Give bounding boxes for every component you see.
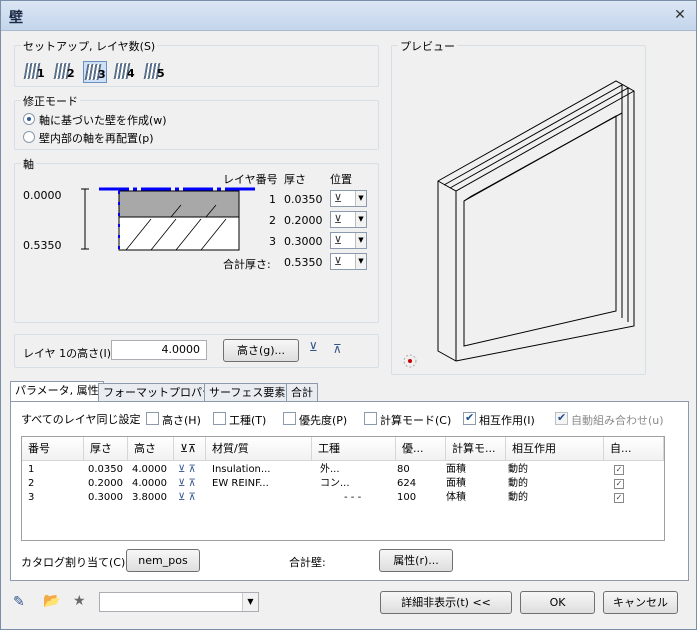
column-header-material[interactable]: 材質/質 xyxy=(206,437,312,461)
preview-label: プレビュー xyxy=(398,38,457,54)
align-icon: ⊻ xyxy=(334,234,343,247)
layer-row-thickness: 0.0350 xyxy=(284,193,323,206)
title-bar: 壁 ✕ xyxy=(1,1,696,31)
total-thickness-value: 0.5350 xyxy=(284,256,323,269)
mode-label: 修正モード xyxy=(21,93,80,109)
same-process-checkbox[interactable] xyxy=(213,412,226,425)
ok-button[interactable]: OK xyxy=(520,591,595,614)
align-bottom-icon[interactable]: ⊻ xyxy=(309,340,318,354)
position-dropdown[interactable]: ⊻ ▼ xyxy=(330,190,367,207)
column-header-align[interactable]: ⊻⊼ xyxy=(174,437,206,461)
same-priority-checkbox[interactable] xyxy=(283,412,296,425)
favorites-combo[interactable]: ▼ xyxy=(99,592,259,612)
same-calcmode-checkbox[interactable] xyxy=(364,412,377,425)
setup-label: セットアップ, レイヤ数(S) xyxy=(21,38,158,54)
column-header-priority[interactable]: 優... xyxy=(396,437,446,461)
layer-height-input[interactable]: 4.0000 xyxy=(111,340,207,360)
auto-combine-checkbox[interactable] xyxy=(555,411,568,425)
layer-count-5-button[interactable]: 5 xyxy=(143,61,167,83)
align-icon[interactable]: ⊻ ⊼ xyxy=(178,463,196,477)
axis-diagram[interactable] xyxy=(71,181,271,256)
mode-reposition-label: 壁内部の軸を再配置(p) xyxy=(39,132,154,145)
same-process-label: 工種(T) xyxy=(229,414,267,427)
favorite-save-icon[interactable]: ★ xyxy=(73,593,86,609)
eyedropper-icon[interactable]: ✎ xyxy=(13,594,25,610)
same-settings-label: すべてのレイヤ同じ設定 xyxy=(21,413,141,426)
align-icon[interactable]: ⊻ ⊼ xyxy=(178,477,196,491)
thickness-header: 厚さ xyxy=(284,173,306,186)
align-icon: ⊻ xyxy=(334,192,343,205)
same-priority-label: 優先度(P) xyxy=(299,414,348,427)
tab-parameters[interactable]: パラメータ, 属性 xyxy=(10,381,104,402)
align-top-icon[interactable]: ⊼ xyxy=(333,342,342,356)
auto-checkbox[interactable]: ✓ xyxy=(614,479,624,489)
total-position-dropdown[interactable]: ⊻ ▼ xyxy=(330,253,367,270)
align-icon: ⊻ xyxy=(334,213,343,226)
axis-top-value: 0.0000 xyxy=(23,189,62,202)
total-thickness-label: 合計厚さ: xyxy=(223,258,271,271)
auto-checkbox[interactable]: ✓ xyxy=(614,465,624,475)
column-header-process[interactable]: 工種 xyxy=(312,437,396,461)
position-header: 位置 xyxy=(330,173,352,186)
close-button[interactable]: ✕ xyxy=(670,6,690,26)
window-title: 壁 xyxy=(9,10,23,26)
same-height-label: 高さ(H) xyxy=(162,414,201,427)
align-icon: ⊻ xyxy=(334,255,343,268)
height-button[interactable]: 高さ(g)... xyxy=(223,339,299,362)
axis-label: 軸 xyxy=(21,156,36,172)
position-dropdown[interactable]: ⊻ ▼ xyxy=(330,232,367,249)
mode-create-label: 軸に基づいた壁を作成(w) xyxy=(39,114,167,127)
cancel-button[interactable]: キャンセル xyxy=(603,591,678,614)
auto-combine-label: 自動組み合わせ(u) xyxy=(571,414,664,427)
column-header-interaction[interactable]: 相互作用 xyxy=(506,437,604,461)
mode-create-radio[interactable] xyxy=(23,113,35,125)
attributes-button[interactable]: 属性(r)... xyxy=(379,549,453,572)
wall-dialog: 壁 ✕ セットアップ, レイヤ数(S) 1 2 3 4 5 修正モード 軸に基づ… xyxy=(0,0,697,630)
align-icon[interactable]: ⊻ ⊼ xyxy=(178,491,196,505)
same-calcmode-label: 計算モード(C) xyxy=(380,414,452,427)
tab-total[interactable]: 合計 xyxy=(286,383,318,402)
position-dropdown[interactable]: ⊻ ▼ xyxy=(330,211,367,228)
layer-row-thickness: 0.3000 xyxy=(284,235,323,248)
layer-row-thickness: 0.2000 xyxy=(284,214,323,227)
mode-reposition-radio[interactable] xyxy=(23,131,35,143)
chevron-down-icon: ▼ xyxy=(355,233,366,248)
layer-count-4-button[interactable]: 4 xyxy=(113,61,137,83)
same-interaction-checkbox[interactable] xyxy=(463,411,476,425)
catalog-button[interactable]: nem_pos xyxy=(126,549,200,572)
column-header-calcmode[interactable]: 計算モ... xyxy=(446,437,506,461)
same-interaction-label: 相互作用(I) xyxy=(479,414,535,427)
chevron-down-icon[interactable]: ▼ xyxy=(242,593,258,611)
layers-table: 番号 厚さ 高さ ⊻⊼ 材質/質 工種 優... 計算モ... 相互作用 自..… xyxy=(21,436,665,541)
layer-row-no: 3 xyxy=(269,235,276,248)
layer-count-2-button[interactable]: 2 xyxy=(53,61,77,83)
layer-row-no: 2 xyxy=(269,214,276,227)
layer-no-header: レイヤ番号 xyxy=(223,173,278,186)
column-header-thickness[interactable]: 厚さ xyxy=(84,437,128,461)
chevron-down-icon: ▼ xyxy=(355,212,366,227)
layer-row-no: 1 xyxy=(269,193,276,206)
open-folder-icon[interactable]: 📂 xyxy=(43,593,60,609)
column-header-height[interactable]: 高さ xyxy=(128,437,174,461)
tab-surface[interactable]: サーフェス要素 xyxy=(204,383,291,402)
auto-checkbox[interactable]: ✓ xyxy=(614,493,624,503)
axis-bottom-value: 0.5350 xyxy=(23,239,62,252)
same-height-checkbox[interactable] xyxy=(146,412,159,425)
chevron-down-icon: ▼ xyxy=(355,191,366,206)
column-header-no[interactable]: 番号 xyxy=(22,437,84,461)
chevron-down-icon: ▼ xyxy=(355,254,366,269)
layer-count-3-button[interactable]: 3 xyxy=(83,61,107,83)
align-both-icon: ⊻⊼ xyxy=(180,442,197,455)
layer-count-1-button[interactable]: 1 xyxy=(23,61,47,83)
layer-height-label: レイヤ 1の高さ(I): xyxy=(23,347,115,360)
column-header-auto[interactable]: 自... xyxy=(604,437,664,461)
catalog-label: カタログ割り当て(C) xyxy=(21,556,126,569)
wall-preview[interactable] xyxy=(396,61,641,371)
total-wall-label: 合計壁: xyxy=(289,556,326,569)
hide-details-button[interactable]: 詳細非表示(t) << xyxy=(380,591,512,614)
